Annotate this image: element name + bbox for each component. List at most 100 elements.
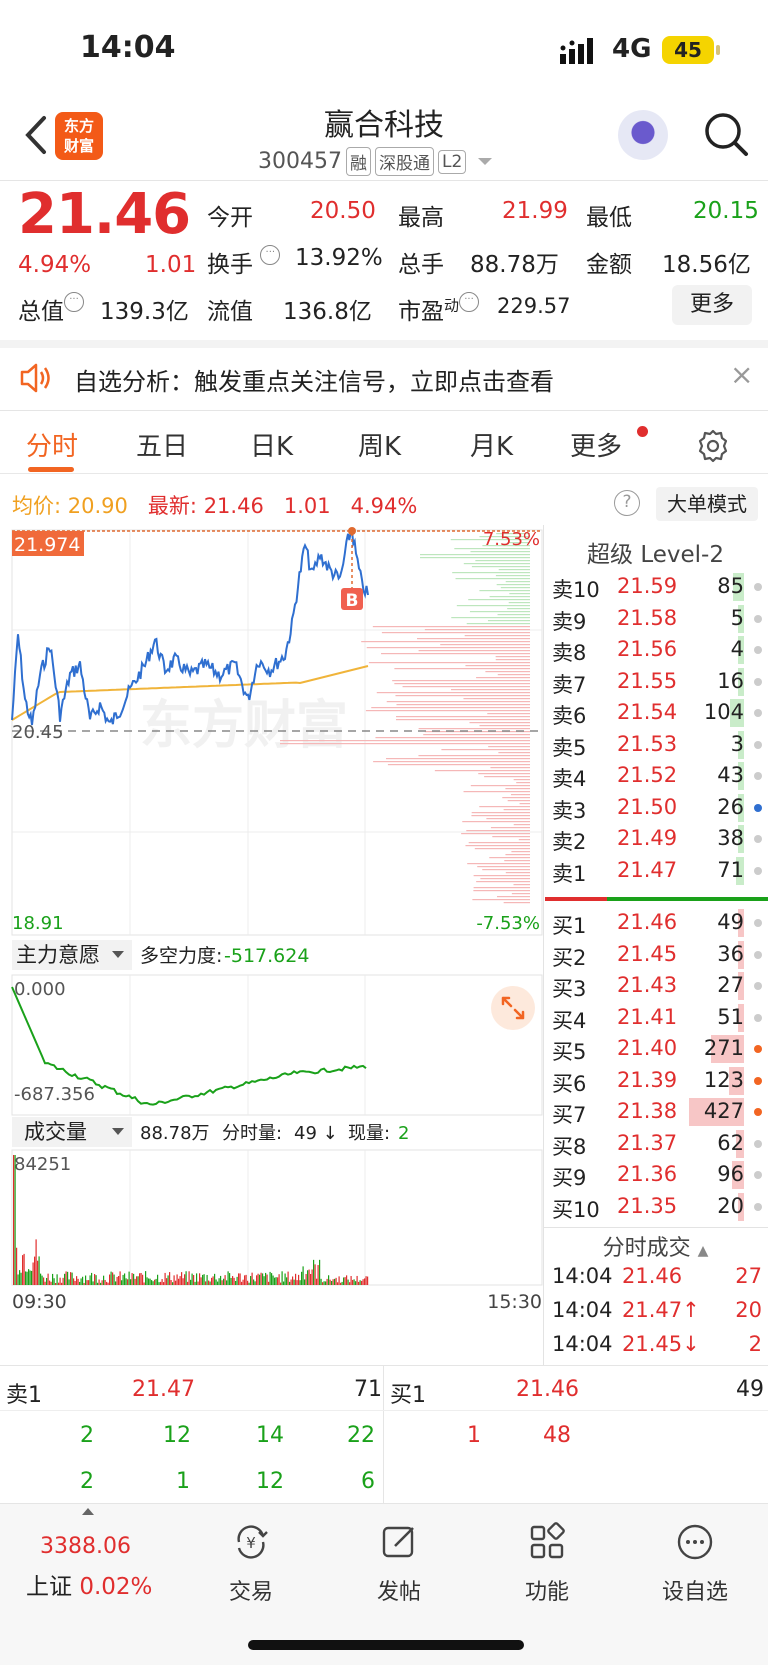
book-qty: 36 <box>717 941 744 966</box>
profile-bar <box>487 620 530 622</box>
volume-bar <box>316 1278 318 1285</box>
nav-trade-label: 交易 <box>228 1580 273 1605</box>
more-button[interactable]: 更多 <box>672 285 752 325</box>
tab-monthly-k[interactable]: 月K <box>470 426 513 463</box>
volume-bar <box>188 1271 190 1285</box>
bid-row[interactable]: 买6 21.39 123 <box>552 1066 768 1096</box>
info-dots-icon[interactable]: ··· <box>64 292 84 312</box>
status-time: 14:04 <box>80 30 176 65</box>
ask-row[interactable]: 卖5 21.53 3 <box>552 730 768 760</box>
robot-avatar-icon[interactable] <box>618 110 668 160</box>
bid-row[interactable]: 买10 21.35 20 <box>552 1192 768 1222</box>
bid-row[interactable]: 买3 21.43 27 <box>552 971 768 1001</box>
index-row[interactable]: 上证 0.02% <box>26 1567 152 1601</box>
volume-bar <box>280 1282 282 1285</box>
profile-bar <box>463 698 530 700</box>
nav-post[interactable]: 发帖 <box>344 1522 454 1606</box>
volume-bar <box>175 1280 177 1285</box>
volume-bar <box>37 1260 39 1285</box>
bid-row[interactable]: 买8 21.37 62 <box>552 1129 768 1159</box>
tab-underline <box>28 467 74 472</box>
last-value: 21.46 <box>203 494 264 518</box>
tab-weekly-k[interactable]: 周K <box>358 426 401 463</box>
ask-row[interactable]: 卖10 21.59 85 <box>552 572 768 602</box>
intraday-chart[interactable]: 东方财富 B 21.974 20.45 18.91 7.53% -7.53% 主… <box>0 525 543 1365</box>
bid-row[interactable]: 买9 21.36 96 <box>552 1160 768 1190</box>
book-price: 21.58 <box>617 605 678 630</box>
volume-bar <box>278 1274 280 1285</box>
ask-row[interactable]: 卖7 21.55 16 <box>552 667 768 697</box>
volume-bar <box>22 1255 24 1285</box>
book-price: 21.54 <box>617 700 678 724</box>
status-dot <box>754 835 762 843</box>
gear-icon[interactable] <box>695 428 731 464</box>
profile-bar <box>503 902 530 904</box>
ask-row[interactable]: 卖3 21.50 26 <box>552 793 768 823</box>
index-value[interactable]: 3388.06 <box>40 1534 131 1559</box>
expand-icon-bg[interactable] <box>491 986 535 1030</box>
book-qty: 43 <box>717 763 744 787</box>
book-qty: 4 <box>730 637 744 661</box>
volume-bar <box>224 1275 226 1285</box>
nav-trade[interactable]: ¥ 交易 <box>196 1522 306 1606</box>
ask-row[interactable]: 卖2 21.49 38 <box>552 824 768 854</box>
ask-row[interactable]: 卖9 21.58 5 <box>552 604 768 634</box>
status-dot <box>754 1202 762 1211</box>
volume-bar <box>116 1276 118 1285</box>
volume-bar <box>199 1273 201 1285</box>
book-price: 21.37 <box>617 1130 678 1155</box>
info-dots-icon[interactable]: ··· <box>459 292 480 312</box>
tab-daily-k[interactable]: 日K <box>250 426 293 463</box>
order-queue: 卖1 21.47 71 买1 21.46 49 2 12 14 22 2 1 1… <box>0 1365 768 1504</box>
home-indicator <box>248 1640 524 1650</box>
queue-cell: 22 <box>347 1423 375 1448</box>
ask-row[interactable]: 卖8 21.56 4 <box>552 635 768 665</box>
x-end-label: 15:30 <box>487 1291 542 1313</box>
battery-tip <box>716 45 720 55</box>
volume-bar <box>58 1282 60 1285</box>
profile-bar <box>497 674 530 676</box>
info-dots-icon[interactable]: ··· <box>260 245 281 265</box>
bid-row[interactable]: 买1 21.46 49 <box>552 908 768 938</box>
volume-bar <box>359 1280 361 1285</box>
tab-intraday[interactable]: 分时 <box>26 426 78 463</box>
tab-more[interactable]: 更多 <box>570 426 622 463</box>
book-level-label: 卖4 <box>552 767 587 791</box>
stock-subtitle[interactable]: 300457 融 深股通 L2 <box>258 147 493 176</box>
divider <box>0 180 768 181</box>
volume-bar <box>178 1278 180 1285</box>
nav-functions[interactable]: 功能 <box>492 1522 602 1606</box>
book-price: 21.35 <box>617 1193 678 1218</box>
volume-bar <box>136 1276 138 1285</box>
volume-bar <box>334 1278 336 1285</box>
ask-row[interactable]: 卖1 21.47 71 <box>552 856 768 886</box>
volume-bar <box>170 1280 172 1285</box>
ask-row[interactable]: 卖4 21.52 43 <box>552 761 768 791</box>
trades-title[interactable]: 分时成交 ▲ <box>543 1230 768 1262</box>
bid-row[interactable]: 买5 21.40 271 <box>552 1034 768 1064</box>
tab-5day[interactable]: 五日 <box>136 426 188 463</box>
profile-bar <box>373 761 530 763</box>
bid-row[interactable]: 买4 21.41 51 <box>552 1003 768 1033</box>
profile-bar <box>376 692 530 694</box>
volume-bar <box>187 1281 189 1285</box>
volume-bar <box>173 1275 175 1285</box>
ask-row[interactable]: 卖6 21.54 104 <box>552 698 768 728</box>
close-icon[interactable]: × <box>730 358 753 391</box>
volume-bar <box>109 1274 111 1285</box>
volume-bar <box>122 1274 124 1285</box>
volume-bar <box>68 1279 70 1285</box>
help-icon[interactable]: ? <box>614 490 640 516</box>
volume-bar <box>172 1282 174 1285</box>
signal-banner[interactable]: 自选分析：触发重点关注信号，立即点击查看 × <box>0 348 768 410</box>
big-order-mode-button[interactable]: 大单模式 <box>656 487 758 521</box>
nav-add-watchlist[interactable]: 设自选 <box>640 1522 750 1606</box>
status-dot <box>754 583 762 591</box>
chevron-down-icon[interactable] <box>478 158 493 165</box>
volume-bar <box>362 1279 364 1285</box>
bid-row[interactable]: 买7 21.38 427 <box>552 1097 768 1127</box>
volume-bar <box>94 1274 96 1285</box>
profile-bar <box>471 815 530 817</box>
bid-row[interactable]: 买2 21.45 36 <box>552 940 768 970</box>
search-icon[interactable] <box>702 110 750 158</box>
